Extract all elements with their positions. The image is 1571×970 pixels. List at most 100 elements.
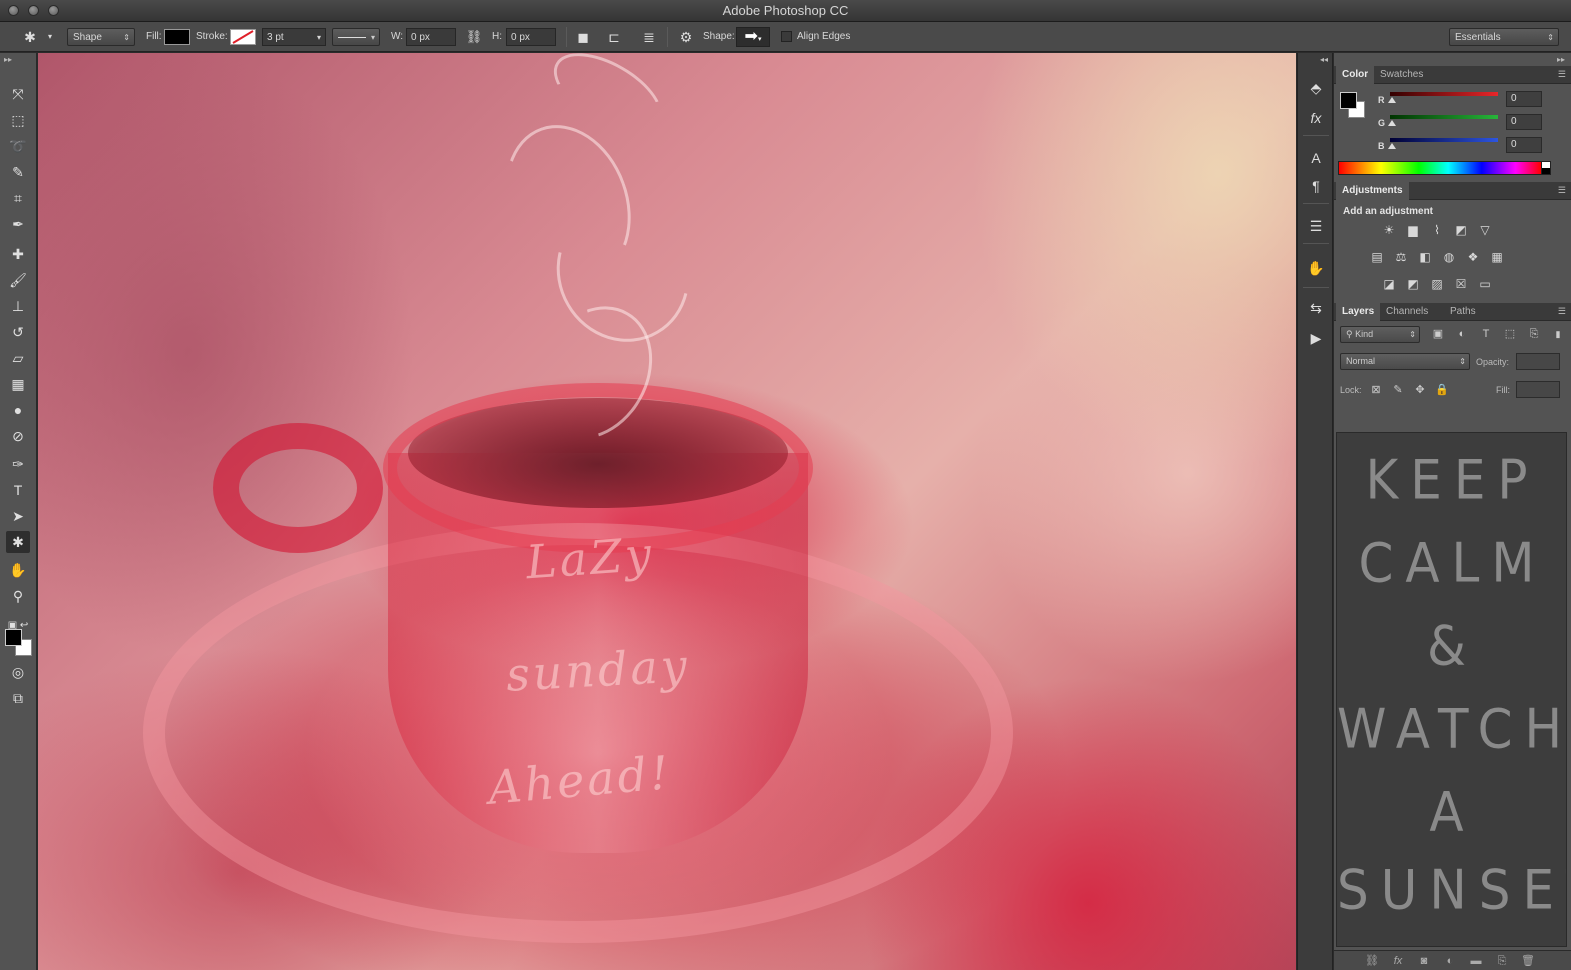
panel-menu-icon[interactable]: ☰ [1558, 69, 1566, 80]
quick-mask-icon[interactable]: ◎ [6, 661, 30, 683]
stroke-type-dropdown[interactable]: ▾ [332, 28, 380, 46]
tab-channels[interactable]: Channels [1380, 303, 1434, 321]
panel-menu-icon[interactable]: ☰ [1558, 185, 1566, 196]
quick-select-tool-icon[interactable]: ✎ [6, 161, 30, 183]
photo-filter-icon[interactable]: ◍ [1440, 249, 1458, 265]
black-white-ramp[interactable] [1541, 161, 1551, 175]
invert-icon[interactable]: ◪ [1380, 276, 1398, 292]
move-tool-icon[interactable]: ⤧ [6, 83, 30, 105]
fill-swatch[interactable] [164, 29, 190, 45]
tool-preset-picker[interactable]: ✱ ▾ [20, 27, 52, 47]
color-spectrum[interactable] [1338, 161, 1550, 175]
red-value-field[interactable]: 0 [1506, 91, 1542, 107]
red-slider-knob[interactable] [1388, 97, 1396, 103]
stroke-width-field[interactable]: 3 pt ▾ [262, 28, 326, 46]
actions-play-icon[interactable]: ▶ [1305, 327, 1327, 349]
styles-panel-icon[interactable]: fx [1305, 107, 1327, 129]
new-layer-icon[interactable]: ⎘ [1494, 953, 1510, 969]
healing-brush-tool-icon[interactable]: ✚ [6, 243, 30, 265]
hue-saturation-icon[interactable]: ▤ [1368, 249, 1386, 265]
lock-transparent-icon[interactable]: ⊠ [1368, 382, 1384, 398]
gradient-tool-icon[interactable]: ▦ [6, 373, 30, 395]
type-filter-icon[interactable]: T [1478, 326, 1494, 342]
filter-toggle-icon[interactable]: ▮ [1550, 326, 1566, 342]
smart-object-filter-icon[interactable]: ⎘ [1526, 326, 1542, 342]
eraser-tool-icon[interactable]: ▱ [6, 347, 30, 369]
exposure-icon[interactable]: ◩ [1452, 222, 1470, 238]
tab-layers[interactable]: Layers [1336, 303, 1381, 321]
custom-shape-tool-icon[interactable]: ✱ [6, 531, 30, 553]
path-arrangement-icon[interactable]: ≣ [639, 27, 659, 47]
green-slider[interactable] [1390, 115, 1498, 119]
gradient-map-icon[interactable]: ▭ [1476, 276, 1494, 292]
path-alignment-icon[interactable]: ⊏ [604, 27, 624, 47]
panel-menu-icon[interactable]: ☰ [1558, 306, 1566, 317]
fill-field[interactable] [1516, 381, 1560, 398]
green-slider-knob[interactable] [1388, 120, 1396, 126]
threshold-icon[interactable]: ▨ [1428, 276, 1446, 292]
foreground-color[interactable] [1340, 92, 1357, 109]
history-panel-icon[interactable]: ⬘ [1305, 77, 1327, 99]
opacity-field[interactable] [1516, 353, 1560, 370]
lock-pixels-icon[interactable]: ✎ [1390, 382, 1406, 398]
trash-icon[interactable]: 🗑 [1520, 953, 1536, 969]
link-layers-icon[interactable]: ⛓ [1364, 953, 1380, 969]
tab-color[interactable]: Color [1336, 66, 1375, 84]
foreground-color[interactable] [5, 629, 22, 646]
tab-swatches[interactable]: Swatches [1374, 66, 1429, 84]
tab-paths[interactable]: Paths [1444, 303, 1482, 321]
layer-filter-dropdown[interactable]: ⚲ Kind ⇕ [1340, 326, 1420, 343]
channel-mixer-icon[interactable]: ❖ [1464, 249, 1482, 265]
brightness-icon[interactable]: ☀ [1380, 222, 1398, 238]
blend-mode-dropdown[interactable]: Normal ⇕ [1340, 353, 1470, 370]
vibrance-icon[interactable]: ▽ [1476, 222, 1494, 238]
clone-stamp-tool-icon[interactable]: ⊥ [6, 295, 30, 317]
gear-icon[interactable]: ⚙ [676, 27, 696, 47]
tab-adjustments[interactable]: Adjustments [1336, 182, 1409, 200]
width-field[interactable]: 0 px [406, 28, 456, 46]
curves-icon[interactable]: ⌇ [1428, 222, 1446, 238]
new-group-icon[interactable]: ▬ [1468, 953, 1484, 969]
type-tool-icon[interactable]: T [6, 479, 30, 501]
lock-all-icon[interactable]: 🔒 [1434, 382, 1450, 398]
screen-mode-icon[interactable]: ⧉ [6, 687, 30, 709]
path-select-tool-icon[interactable]: ➤ [6, 505, 30, 527]
green-value-field[interactable]: 0 [1506, 114, 1542, 130]
shape-filter-icon[interactable]: ⬚ [1502, 326, 1518, 342]
blue-slider-knob[interactable] [1388, 143, 1396, 149]
color-swatches[interactable] [5, 629, 35, 659]
hand-tool-icon[interactable]: ✋ [6, 559, 30, 581]
eyedropper-tool-icon[interactable]: ✒ [6, 213, 30, 235]
blue-value-field[interactable]: 0 [1506, 137, 1542, 153]
dodge-tool-icon[interactable]: ⊘ [6, 425, 30, 447]
add-mask-icon[interactable]: ◙ [1416, 953, 1432, 969]
blur-tool-icon[interactable]: ● [6, 399, 30, 421]
levels-icon[interactable]: ▆ [1404, 222, 1422, 238]
lasso-tool-icon[interactable]: ➰ [6, 135, 30, 157]
path-operations-icon[interactable]: ◼ [573, 27, 593, 47]
layer-style-icon[interactable]: fx [1390, 953, 1406, 969]
black-white-icon[interactable]: ◧ [1416, 249, 1434, 265]
timeline-panel-icon[interactable]: ⇆ [1305, 297, 1327, 319]
rect-marquee-tool-icon[interactable]: ⬚ [6, 109, 30, 131]
collapse-icon[interactable]: ◂◂ [1320, 55, 1328, 64]
history-brush-tool-icon[interactable]: ↺ [6, 321, 30, 343]
selective-color-icon[interactable]: ☒ [1452, 276, 1470, 292]
paragraph-panel-icon[interactable]: ¶ [1305, 175, 1327, 197]
collapse-icon[interactable]: ▸▸ [1557, 55, 1565, 64]
zoom-tool-icon[interactable]: ⚲ [6, 585, 30, 607]
tool-mode-dropdown[interactable]: Shape ⇕ [67, 28, 135, 46]
character-panel-icon[interactable]: A [1305, 147, 1327, 169]
color-lookup-icon[interactable]: ▦ [1488, 249, 1506, 265]
new-adjustment-layer-icon[interactable]: ◐ [1442, 953, 1458, 969]
properties-panel-icon[interactable]: ☰ [1305, 215, 1327, 237]
blue-slider[interactable] [1390, 138, 1498, 142]
color-balance-icon[interactable]: ⚖ [1392, 249, 1410, 265]
pen-tool-icon[interactable]: ✑ [6, 453, 30, 475]
layers-list[interactable]: KEEP CALM & WATCH A SUNSET [1336, 432, 1567, 947]
link-icon[interactable]: ⛓ [464, 27, 484, 47]
posterize-icon[interactable]: ◩ [1404, 276, 1422, 292]
document-canvas[interactable]: LaZy sunday Ahead! [38, 53, 1296, 970]
height-field[interactable]: 0 px [506, 28, 556, 46]
crop-tool-icon[interactable]: ⌗ [6, 187, 30, 209]
